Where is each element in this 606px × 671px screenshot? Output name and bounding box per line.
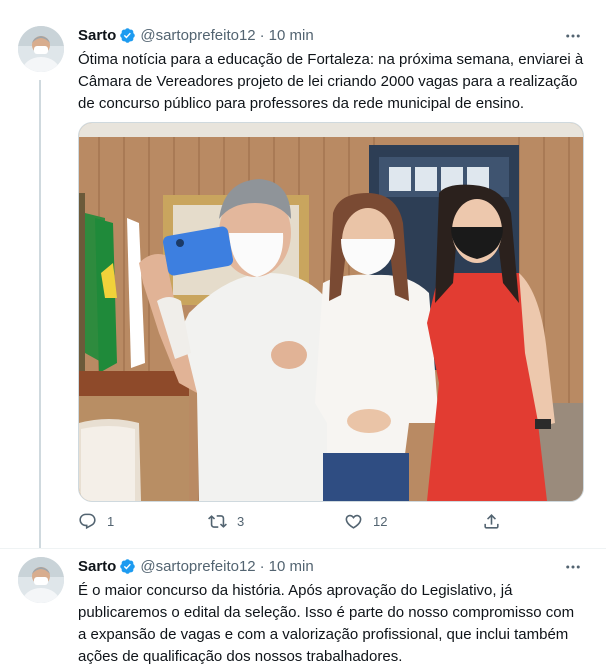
verified-badge-icon: [120, 28, 136, 43]
share-button[interactable]: [482, 512, 501, 531]
tweet-header: Sarto @sartoprefeito12 · 10 min: [78, 558, 314, 575]
tweet-timestamp[interactable]: 10 min: [269, 558, 314, 575]
tweet-text-line: ações de qualificação dos nossos trabalh…: [78, 648, 403, 665]
header-separator: ·: [259, 27, 265, 44]
avatar-photo: [18, 557, 64, 603]
reply-button[interactable]: 1: [78, 512, 114, 531]
tweet-text: Ótima notícia para a educação de Fortale…: [78, 49, 588, 115]
more-options-icon[interactable]: [562, 25, 584, 47]
photo-selfie-scene: [79, 123, 583, 501]
author-handle[interactable]: @sartoprefeito12: [140, 558, 255, 575]
tweet-header: Sarto @sartoprefeito12 · 10 min: [78, 27, 314, 44]
reply-count: 1: [107, 514, 115, 529]
tweet-photo[interactable]: [78, 122, 584, 502]
tweet-text-line: É o maior concurso da história. Após apr…: [78, 582, 513, 599]
tweet-text: É o maior concurso da história. Após apr…: [78, 580, 588, 668]
retweet-icon: [208, 515, 227, 528]
more-options-icon[interactable]: [562, 556, 584, 578]
retweet-button[interactable]: 3: [208, 512, 244, 531]
author-name[interactable]: Sarto: [78, 27, 116, 44]
like-count: 12: [373, 514, 388, 529]
tweet-text-line: publicaremos o edital da seleção. Isso é…: [78, 604, 575, 621]
tweet-text-line: de concurso público para professores da …: [78, 95, 525, 112]
verified-badge-icon: [120, 559, 136, 574]
avatar[interactable]: [18, 557, 64, 603]
thread-line: [39, 80, 41, 548]
share-icon: [484, 514, 499, 529]
header-separator: ·: [259, 558, 265, 575]
reply-icon: [79, 513, 96, 530]
tweet-text-line: Ótima notícia para a educação de Fortale…: [78, 51, 584, 68]
avatar-photo: [18, 26, 64, 72]
tweet-text-line: Câmara de Vereadores projeto de lei cria…: [78, 73, 578, 90]
retweet-count: 3: [237, 514, 245, 529]
avatar[interactable]: [18, 26, 64, 72]
author-handle[interactable]: @sartoprefeito12: [140, 27, 255, 44]
tweet-timestamp[interactable]: 10 min: [269, 27, 314, 44]
tweet-2[interactable]: Sarto @sartoprefeito12 · 10 min É o maio…: [0, 548, 606, 671]
tweet-text-line: a expansão de vagas e com a valorização …: [78, 626, 569, 643]
tweet-1[interactable]: Sarto @sartoprefeito12 · 10 min Ótima no…: [0, 0, 606, 548]
tweet-actions: 1 3 12: [78, 512, 508, 534]
like-button[interactable]: 12: [344, 512, 387, 531]
heart-icon: [345, 514, 362, 529]
author-name[interactable]: Sarto: [78, 558, 116, 575]
